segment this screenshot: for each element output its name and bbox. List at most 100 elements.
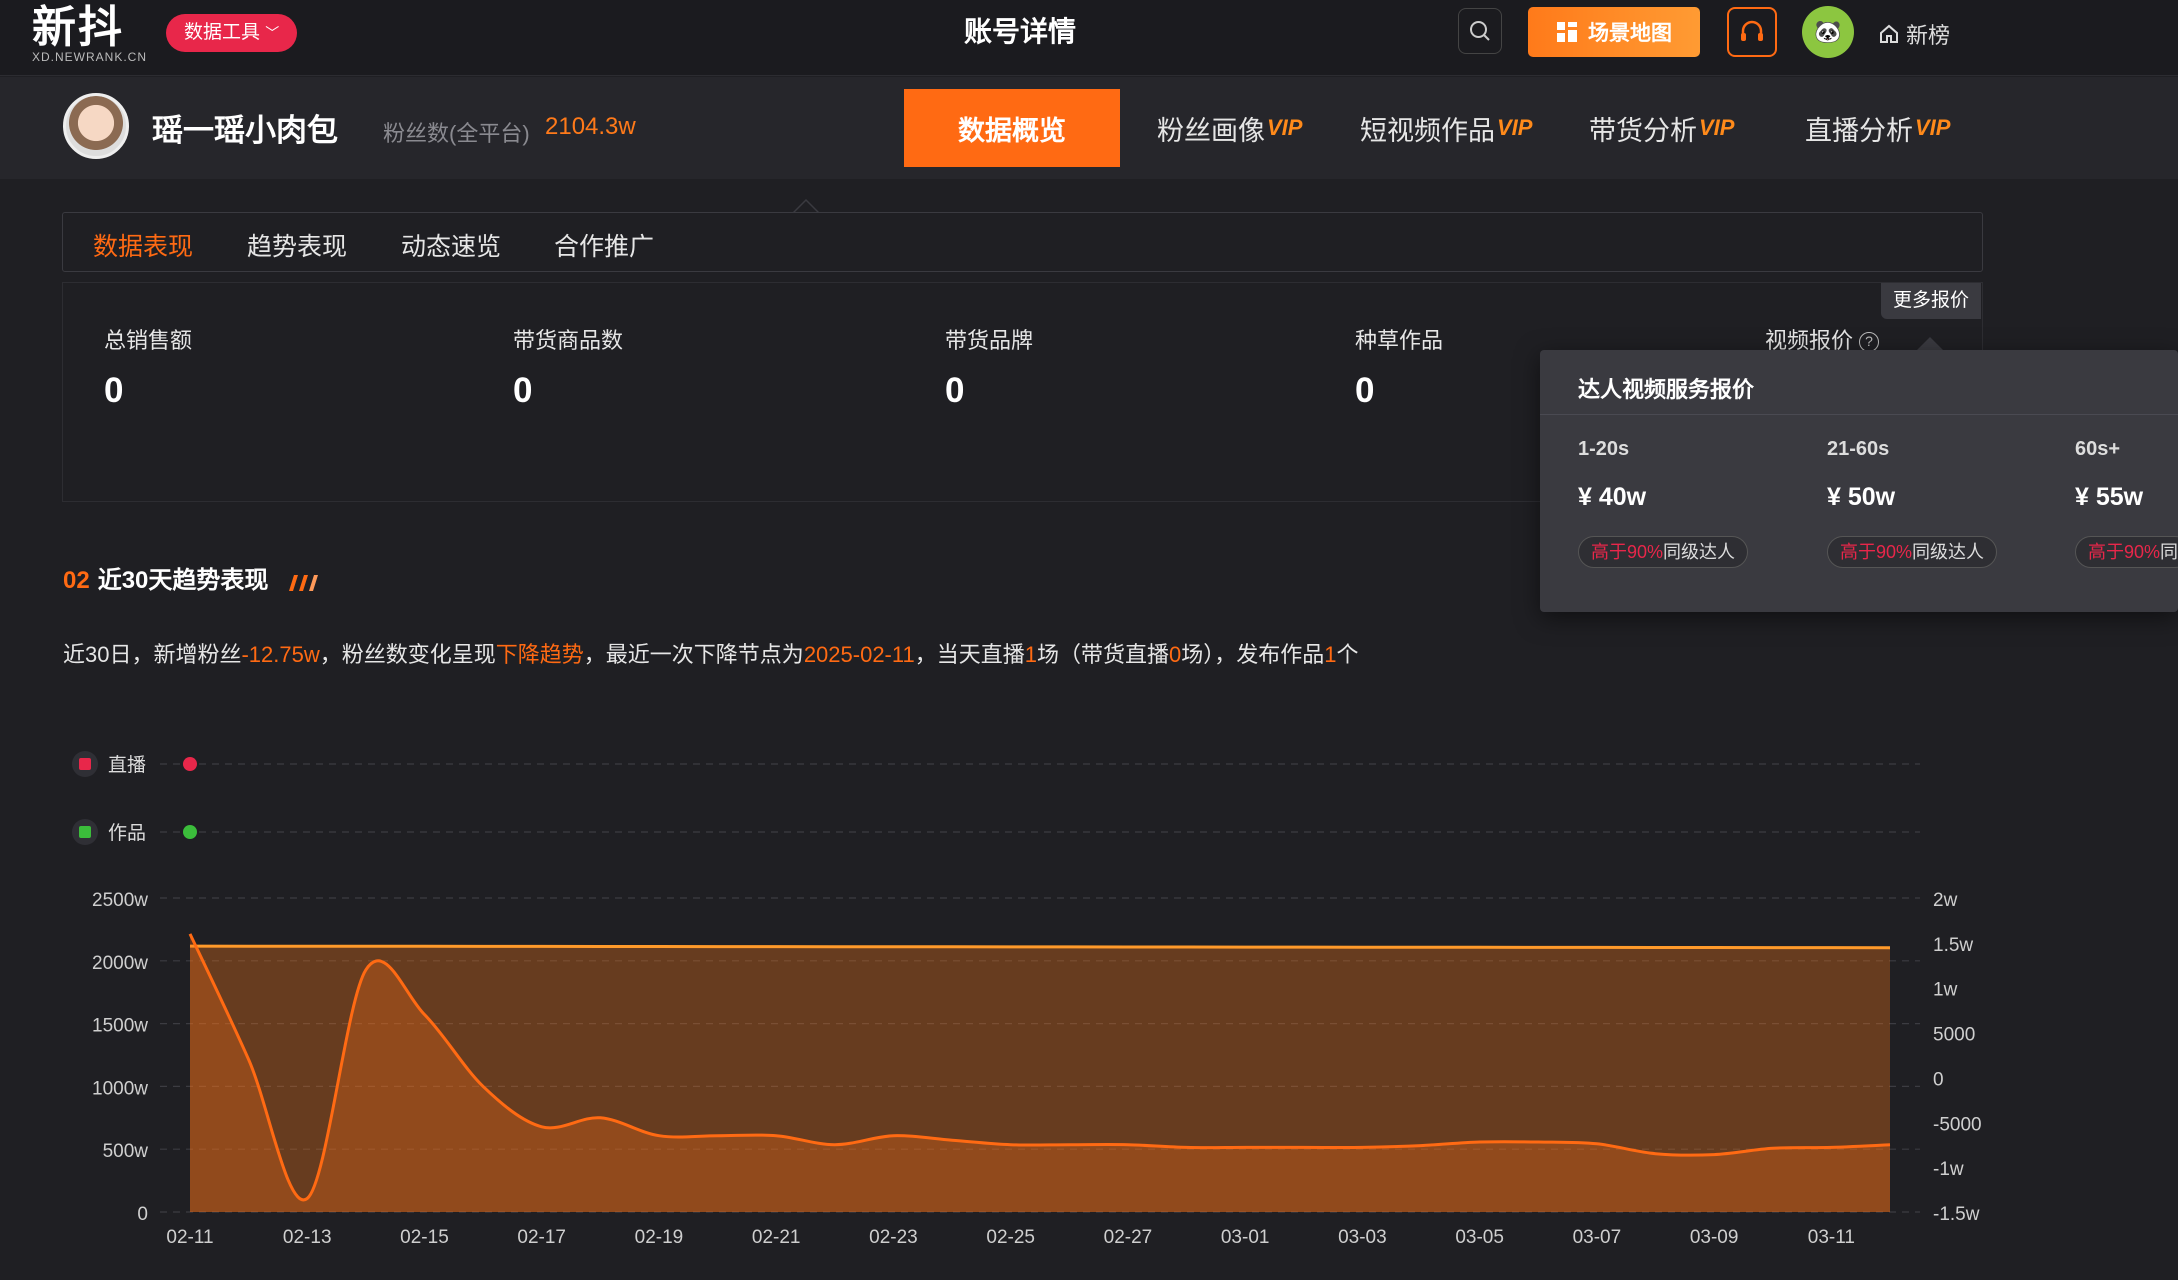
logo[interactable]: 新抖 XD.NEWRANK.CN (32, 3, 148, 65)
tab-label: 带货分析 (1589, 115, 1697, 146)
tab-sales-analysis[interactable]: 带货分析 VIP (1589, 89, 1734, 167)
badge-text: 同级达人 (1912, 542, 1985, 562)
section-title-text: 近30天趋势表现 (97, 567, 269, 594)
video-price-popup: 达人视频服务报价 1-20s ¥ 40w 高于90%同级达人 21-60s ¥ … (1540, 350, 2178, 612)
home-link[interactable]: 新榜 (1878, 18, 1950, 50)
vip-badge: VIP (1267, 115, 1303, 140)
account-name: 瑶一瑶小肉包 (152, 113, 338, 148)
brand-count-value: 0 (945, 371, 965, 410)
y-left-tick-label: 0 (137, 1204, 148, 1225)
summary-fans-change: -12.75w (241, 642, 320, 667)
price-tier: 60s+ ¥ 55w 高于90%同 (2075, 438, 2178, 568)
trend-summary: 近30日，新增粉丝-12.75w，粉丝数变化呈现下降趋势，最近一次下降节点为20… (63, 637, 1359, 669)
badge-text: 同 (2160, 542, 2178, 562)
summary-text: 场），发布作品 (1181, 642, 1325, 667)
subtab-dynamics[interactable]: 动态速览 (401, 227, 501, 263)
tier-range: 60s+ (2075, 438, 2121, 460)
total-sales-value: 0 (104, 371, 124, 410)
tier-price: ¥ 50w (1827, 483, 1896, 511)
event-row-label: 直播 (108, 754, 146, 776)
y-right-tick-label: 2w (1933, 890, 1958, 911)
subtab-trend-performance[interactable]: 趋势表现 (247, 227, 347, 263)
tab-fans-portrait[interactable]: 粉丝画像 VIP (1157, 89, 1302, 167)
x-tick-label: 03-09 (1690, 1227, 1739, 1248)
x-tick-label: 02-15 (400, 1227, 449, 1248)
home-icon (1880, 24, 1898, 43)
tab-label: 直播分析 (1805, 115, 1913, 146)
y-left-tick-label: 2500w (92, 890, 148, 911)
live-icon-glyph (79, 758, 91, 770)
tab-live-analysis[interactable]: 直播分析 VIP (1805, 89, 1950, 167)
summary-trend: 下降趋势 (495, 642, 584, 667)
more-price-button[interactable]: 更多报价 (1881, 283, 1982, 319)
product-count-label: 带货商品数 (513, 328, 624, 353)
subtab-cooperation[interactable]: 合作推广 (554, 227, 654, 263)
scene-map-button[interactable]: 场景地图 (1528, 7, 1700, 57)
x-tick-label: 03-05 (1455, 1227, 1504, 1248)
badge-highlight: 高于90% (1840, 542, 1913, 562)
price-tier: 1-20s ¥ 40w 高于90%同级达人 (1578, 438, 1749, 568)
summary-text: ，粉丝数变化呈现 (319, 642, 496, 667)
summary-sales-live-count: 0 (1169, 642, 1182, 667)
slash-decoration-icon (289, 574, 319, 591)
sub-tabs: 数据表现 趋势表现 动态速览 合作推广 (62, 212, 1983, 272)
popup-arrow (1916, 337, 1944, 351)
y-left-tick-label: 2000w (92, 953, 148, 974)
tab-pointer (793, 199, 819, 213)
summary-text: 场（带货直播 (1036, 642, 1169, 667)
account-avatar (63, 93, 129, 159)
event-dot (183, 757, 197, 771)
tab-label: 短视频作品 (1360, 115, 1495, 146)
event-row-label: 作品 (108, 822, 146, 844)
x-tick-label: 02-17 (517, 1227, 566, 1248)
x-tick-label: 02-19 (635, 1227, 684, 1248)
tier-range: 21-60s (1827, 438, 1890, 460)
tab-data-overview[interactable]: 数据概览 (904, 89, 1120, 167)
grid-icon (1557, 22, 1577, 42)
data-tools-button[interactable]: 数据工具 ﹀ (166, 14, 298, 52)
fans-label: 粉丝数(全平台) (383, 121, 530, 146)
tab-label: 数据概览 (958, 115, 1066, 146)
subtab-data-performance[interactable]: 数据表现 (93, 227, 193, 263)
vip-badge: VIP (1497, 115, 1533, 140)
works-icon-glyph (79, 826, 91, 838)
price-tier: 21-60s ¥ 50w 高于90%同级达人 (1827, 438, 1998, 568)
search-icon (1470, 21, 1490, 41)
event-dot (183, 825, 197, 839)
seeding-works-label: 种草作品 (1355, 328, 1444, 353)
x-tick-label: 03-01 (1221, 1227, 1270, 1248)
x-tick-label: 02-11 (166, 1227, 213, 1248)
page-title: 账号详情 (963, 16, 1076, 47)
y-right-tick-label: 1w (1933, 980, 1958, 1001)
account-bar: 瑶一瑶小肉包 粉丝数(全平台) 2104.3w 数据概览 粉丝画像 VIP 短视频… (0, 77, 2178, 179)
logo-domain: XD.NEWRANK.CN (32, 50, 148, 64)
section-number: 02 (63, 567, 90, 594)
summary-text: 个 (1336, 642, 1359, 667)
top-bar: 新抖 XD.NEWRANK.CN 数据工具 ﹀ 账号详情 场景地图 🐼 新榜 (0, 0, 2178, 76)
headset-icon (1741, 20, 1763, 41)
summary-live-count: 1 (1024, 642, 1037, 667)
badge-highlight: 高于90% (1591, 542, 1664, 562)
data-tools-label: 数据工具 (184, 22, 261, 43)
search-button[interactable] (1458, 8, 1502, 54)
avatar-face-icon: 🐼 (1814, 19, 1842, 44)
tab-short-videos[interactable]: 短视频作品 VIP (1360, 89, 1532, 167)
tier-badge: 高于90%同 (2075, 536, 2178, 568)
logo-text: 新抖 (32, 3, 124, 52)
trend-chart: 0 500w 1000w 1500w 2000w 2500w -1.5w -1w -5000 0 5… (72, 751, 1982, 1248)
tier-price: ¥ 40w (1578, 483, 1647, 511)
customer-service-button[interactable] (1727, 7, 1777, 57)
y-right-tick-label: -1.5w (1933, 1204, 1980, 1225)
home-link-label: 新榜 (1906, 23, 1951, 48)
summary-text: ，最近一次下降节点为 (583, 642, 804, 667)
y-right-tick-label: 1.5w (1933, 935, 1973, 956)
y-right-tick-label: -5000 (1933, 1114, 1982, 1135)
summary-works-count: 1 (1324, 642, 1337, 667)
y-left-tick-label: 1000w (92, 1078, 148, 1099)
popup-divider (1540, 414, 2178, 415)
section-title: 02 近30天趋势表现 (63, 560, 319, 595)
product-count-value: 0 (513, 371, 533, 410)
x-tick-label: 02-27 (1104, 1227, 1153, 1248)
tier-price: ¥ 55w (2075, 483, 2144, 511)
user-avatar[interactable]: 🐼 (1802, 6, 1854, 58)
